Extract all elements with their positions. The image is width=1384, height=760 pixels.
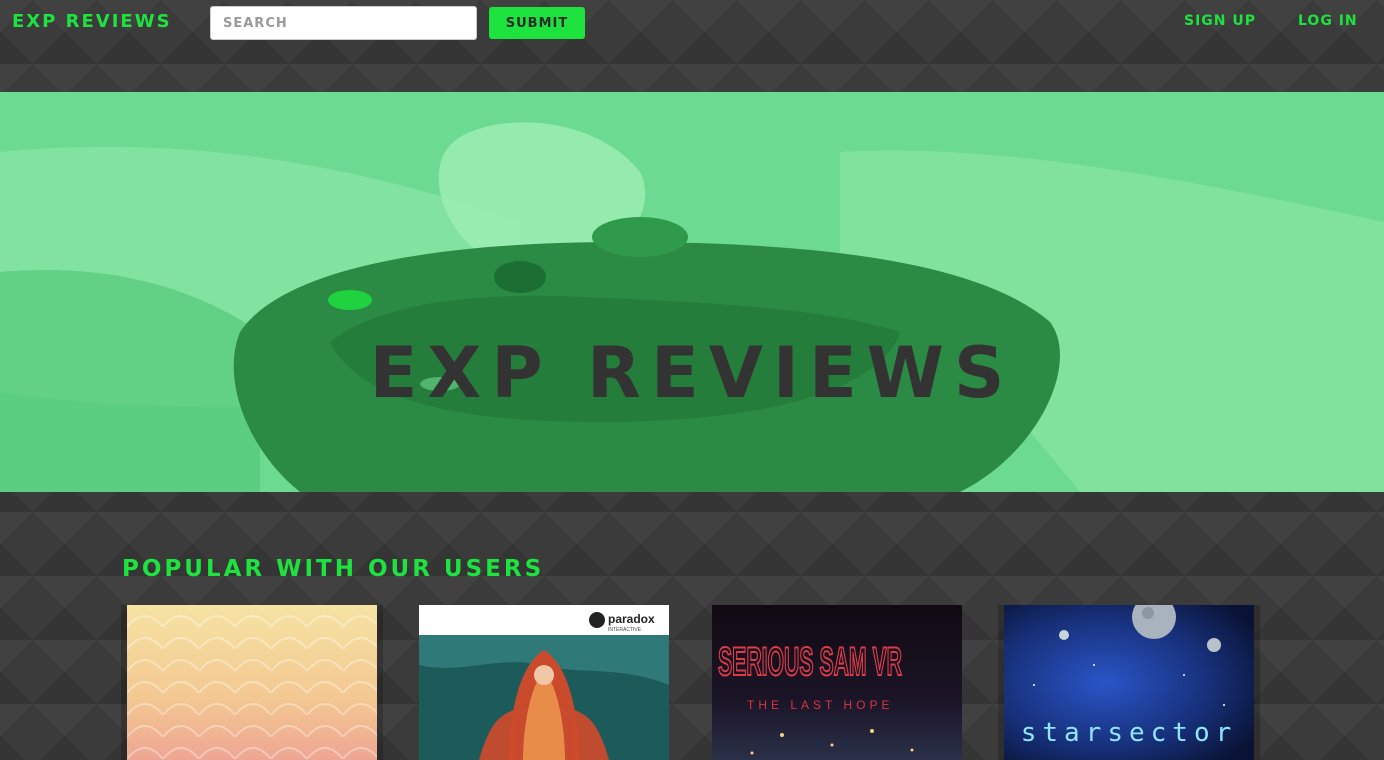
hero-title: EXP REVIEWS	[369, 332, 1015, 414]
game-title-text: SERIOUS SAM VR	[718, 640, 902, 684]
game-card-2[interactable]: paradox INTERACTIVE	[419, 605, 669, 760]
game-subtitle-text: THE LAST HOPE	[747, 698, 893, 712]
navbar: EXP REVIEWS SUBMIT SIGN UP LOG IN	[0, 0, 1384, 92]
hero-controller-image	[0, 92, 1384, 492]
game-cover-image: paradox INTERACTIVE	[419, 605, 669, 760]
hero-banner: EXP REVIEWS	[0, 92, 1384, 492]
game-card-4[interactable]: starsector	[1004, 605, 1254, 760]
publisher-logo-text: paradox	[608, 612, 655, 626]
publisher-logo-subtext: INTERACTIVE	[608, 627, 642, 633]
game-card-3[interactable]: SERIOUS SAM VR THE LAST HOPE	[712, 605, 962, 760]
popular-heading: POPULAR WITH OUR USERS	[122, 556, 545, 582]
search-input[interactable]	[210, 6, 477, 40]
game-card-1[interactable]	[127, 605, 377, 760]
game-cover-image: starsector	[1004, 605, 1254, 760]
game-cover-image	[127, 605, 377, 760]
submit-button[interactable]: SUBMIT	[489, 7, 585, 39]
game-cover-image: SERIOUS SAM VR THE LAST HOPE	[712, 605, 962, 760]
log-in-link[interactable]: LOG IN	[1298, 13, 1358, 29]
game-title-text: starsector	[1021, 718, 1238, 748]
brand-logo-link[interactable]: EXP REVIEWS	[12, 11, 172, 32]
sign-up-link[interactable]: SIGN UP	[1184, 13, 1256, 29]
